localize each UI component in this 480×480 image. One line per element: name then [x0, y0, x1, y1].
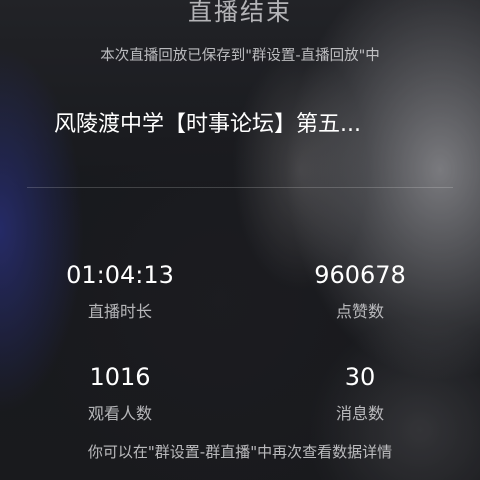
- live-room-name: 风陵渡中学【时事论坛】第五...: [54, 112, 361, 137]
- stat-duration: 01:04:13 直播时长: [20, 260, 220, 322]
- stat-likes: 960678 点赞数: [260, 260, 460, 322]
- stat-messages-value: 30: [344, 363, 376, 391]
- stat-viewers-label: 观看人数: [87, 404, 152, 423]
- stat-duration-label: 直播时长: [87, 302, 152, 321]
- live-ended-panel: 直播结束 本次直播回放已保存到"群设置-直播回放"中 风陵渡中学【时事论坛】第五…: [0, 0, 480, 480]
- stat-messages: 30 消息数: [260, 362, 460, 424]
- page-title: 直播结束: [188, 0, 292, 26]
- stat-viewers: 1016 观看人数: [20, 362, 220, 424]
- replay-saved-notice: 本次直播回放已保存到"群设置-直播回放"中: [100, 48, 380, 64]
- stat-viewers-value: 1016: [89, 363, 151, 391]
- stat-duration-value: 01:04:13: [66, 261, 174, 289]
- stat-likes-label: 点赞数: [335, 302, 384, 321]
- stat-messages-label: 消息数: [335, 404, 384, 423]
- divider: [27, 187, 453, 188]
- stat-likes-value: 960678: [314, 261, 406, 289]
- data-details-hint: 你可以在"群设置-群直播"中再次查看数据详情: [87, 443, 393, 461]
